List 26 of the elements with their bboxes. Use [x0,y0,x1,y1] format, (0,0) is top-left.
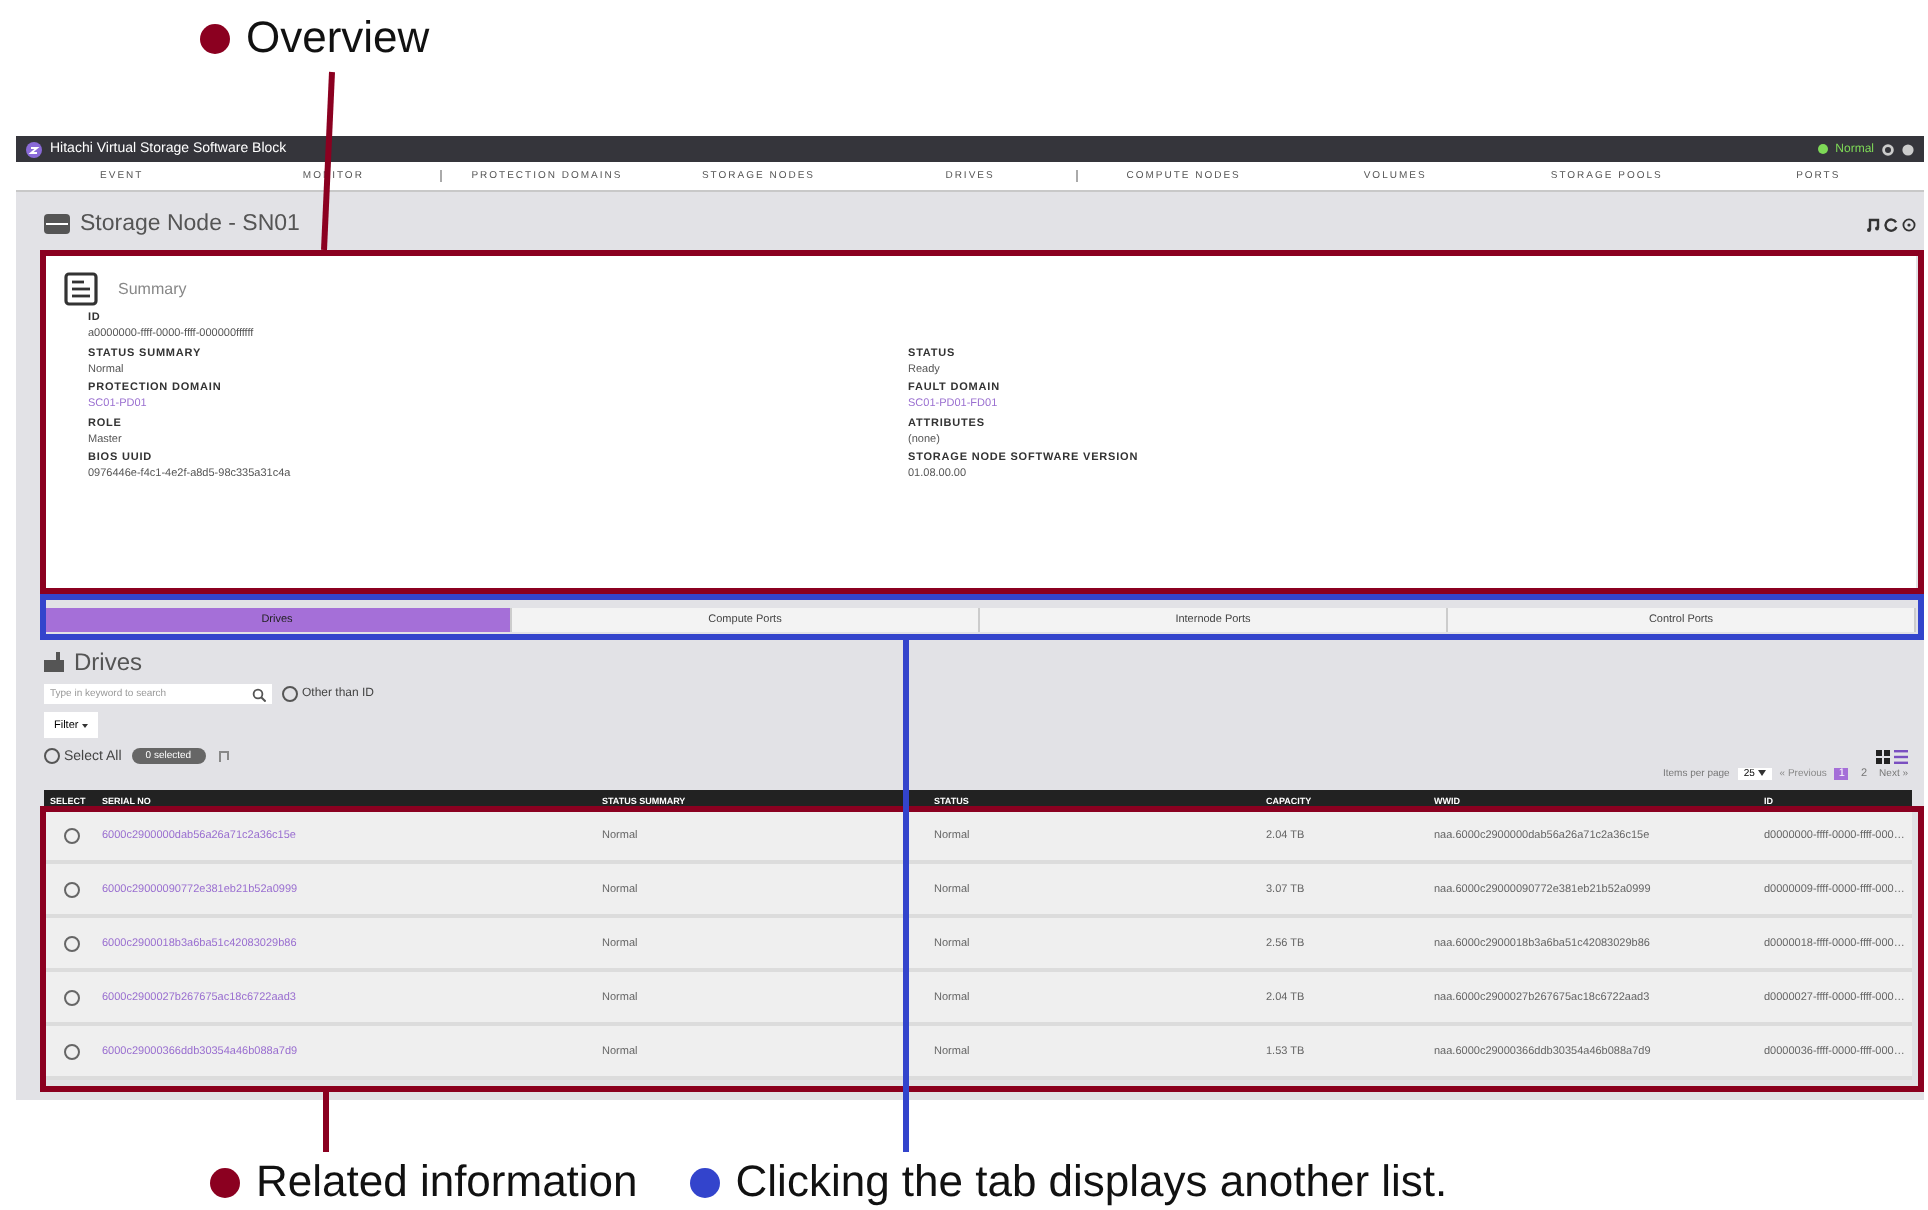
status-dot-icon [1817,144,1828,154]
caret-icon [1757,770,1766,776]
logo-icon [26,141,42,157]
radio-button[interactable] [44,748,60,764]
callout-label: Clicking the tab displays another list. [735,1156,1448,1208]
document-icon [64,272,98,306]
callout-label: Related information [256,1156,638,1208]
page-title: Storage Node - SN01 [80,212,300,236]
section-title: Drives [74,648,143,676]
search-icon [252,687,266,701]
radio-button[interactable] [282,686,298,702]
radio-button[interactable] [64,827,80,843]
settings-icon [1882,143,1894,155]
drive-icon [44,652,66,672]
card-title: Summary [118,280,187,298]
refresh-icon [1884,217,1898,231]
grid-view-icon [1876,749,1890,763]
radio-button[interactable] [64,881,80,897]
radio-button[interactable] [64,989,80,1005]
server-icon [44,212,70,236]
leader-line [323,1092,329,1152]
caret-icon [82,723,89,727]
callout-label: Overview [246,12,430,64]
radio-button[interactable] [64,935,80,951]
list-view-icon [1894,749,1908,763]
radio-button[interactable] [64,1043,80,1059]
